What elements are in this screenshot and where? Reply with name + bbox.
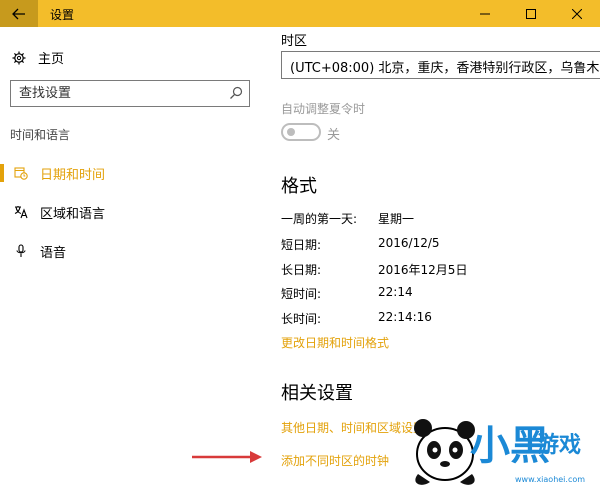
timezone-label: 时区 — [281, 34, 308, 49]
dst-state: 关 — [327, 128, 341, 143]
microphone-icon — [16, 244, 26, 257]
back-arrow-icon — [12, 8, 25, 19]
sidebar-item-date-time[interactable]: 日期和时间 — [0, 156, 264, 190]
format-row-label: 一周的第一天: — [281, 212, 358, 226]
format-heading: 格式 — [281, 176, 317, 197]
search-input[interactable] — [11, 81, 221, 106]
format-row-value: 2016年12月5日 — [378, 263, 468, 277]
format-row-value: 22:14 — [378, 285, 413, 299]
close-icon — [572, 8, 582, 19]
related-heading: 相关设置 — [281, 383, 353, 404]
format-row-value: 星期一 — [378, 212, 415, 226]
language-icon — [14, 206, 28, 219]
format-row-label: 长时间: — [281, 312, 322, 326]
sidebar-item-label: 日期和时间 — [40, 167, 106, 183]
search-box[interactable] — [10, 80, 250, 107]
dst-label: 自动调整夏令时 — [281, 102, 366, 116]
format-row-value: 22:14:16 — [378, 310, 432, 324]
sidebar-item-label: 区域和语言 — [40, 206, 106, 222]
close-button[interactable] — [554, 0, 600, 27]
maximize-icon — [526, 8, 536, 19]
toggle-knob — [287, 128, 295, 136]
sidebar-item-region-language[interactable]: 区域和语言 — [0, 195, 264, 229]
dst-toggle[interactable] — [281, 123, 321, 141]
maximize-button[interactable] — [508, 0, 554, 27]
format-row-label: 长日期: — [281, 263, 322, 277]
timezone-dropdown[interactable]: (UTC+08:00) 北京，重庆，香港特别行政区，乌鲁木齐 — [281, 51, 600, 79]
format-row-label: 短日期: — [281, 238, 322, 252]
sidebar: 主页 时间和语言 日期和时间 区域和语言 — [0, 27, 264, 488]
annotation-arrow — [192, 451, 262, 463]
calendar-clock-icon — [14, 167, 28, 180]
search-icon[interactable] — [229, 86, 243, 100]
timezone-value: (UTC+08:00) 北京，重庆，香港特别行政区，乌鲁木齐 — [290, 61, 600, 76]
sidebar-item-label: 语音 — [40, 245, 67, 261]
watermark-subtext: 游戏 — [537, 433, 582, 458]
gear-icon — [12, 51, 26, 64]
home-link[interactable]: 主页 — [12, 48, 64, 67]
format-row-value: 2016/12/5 — [378, 236, 440, 250]
add-clocks-link[interactable]: 添加不同时区的时钟 — [281, 452, 389, 469]
section-label: 时间和语言 — [10, 128, 71, 142]
watermark-url: www.xiaohei.com — [515, 475, 586, 484]
back-button[interactable] — [0, 0, 38, 27]
minimize-icon — [480, 13, 490, 14]
change-format-link[interactable]: 更改日期和时间格式 — [281, 334, 389, 351]
sidebar-item-speech[interactable]: 语音 — [0, 234, 264, 268]
format-row-label: 短时间: — [281, 287, 322, 301]
window-title: 设置 — [50, 8, 75, 22]
title-bar: 设置 — [0, 0, 600, 27]
minimize-button[interactable] — [462, 0, 508, 27]
home-label: 主页 — [38, 52, 65, 67]
